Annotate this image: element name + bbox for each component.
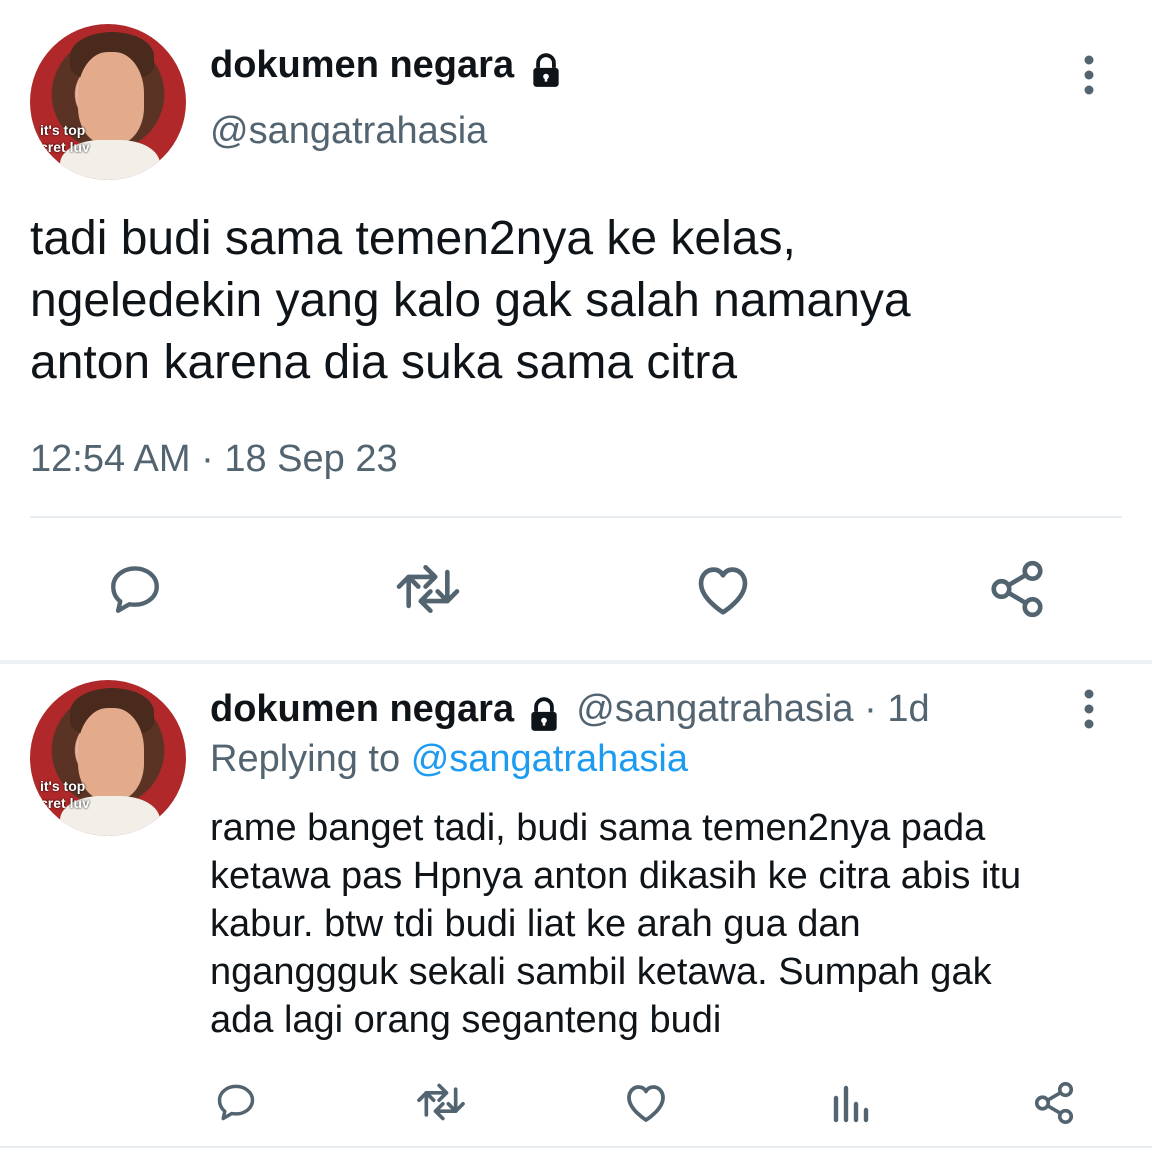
display-name[interactable]: dokumen negara	[210, 44, 514, 86]
divider	[0, 1146, 1152, 1148]
more-icon[interactable]	[1072, 688, 1106, 730]
reply-text: rame banget tadi, budi sama temen2nya pa…	[210, 804, 1130, 1044]
reply-text-line: kabur. btw tdi budi liat ke arah gua dan	[210, 903, 861, 945]
reply-text-line: rame banget tadi, budi sama temen2nya pa…	[210, 807, 986, 849]
retweet-icon[interactable]	[414, 1080, 468, 1124]
reply-icon[interactable]	[214, 1080, 258, 1124]
like-icon[interactable]	[622, 1080, 670, 1124]
reply-handle-time[interactable]: @sangatrahasia · 1d	[576, 688, 929, 730]
tweet-text-line: tadi budi sama temen2nya ke kelas,	[30, 212, 796, 265]
reply-text-line: ada lagi orang seganteng budi	[210, 999, 722, 1041]
more-icon[interactable]	[1072, 54, 1106, 96]
reply-icon[interactable]	[106, 560, 164, 618]
replying-to-label: Replying to	[210, 738, 401, 780]
avatar-caption: it's top	[40, 778, 86, 794]
author-name-row: dokumen negara	[210, 44, 565, 94]
reply-header: dokumen negara @sangatrahasia · 1d	[210, 688, 930, 738]
avatar-caption: it's top	[40, 122, 86, 138]
replying-to: Replying to @sangatrahasia	[210, 738, 688, 781]
share-icon[interactable]	[986, 558, 1048, 620]
author-handle[interactable]: @sangatrahasia	[210, 110, 487, 153]
avatar-caption: cret luv	[40, 795, 90, 811]
reply-text-line: nganggguk sekali sambil ketawa. Sumpah g…	[210, 951, 992, 993]
display-name[interactable]: dokumen negara	[210, 688, 514, 730]
avatar[interactable]: it's top cret luv	[30, 24, 186, 180]
reply-text-line: ketawa pas Hpnya anton dikasih ke citra …	[210, 855, 1022, 897]
replying-to-link[interactable]: @sangatrahasia	[411, 738, 688, 780]
divider	[30, 516, 1122, 518]
retweet-icon[interactable]	[394, 560, 462, 618]
tweet-text-line: ngeledekin yang kalo gak salah namanya	[30, 274, 911, 327]
lock-icon	[527, 52, 565, 94]
avatar-face	[78, 52, 144, 144]
tweet-text-line: anton karena dia suka sama citra	[30, 336, 738, 389]
lock-icon	[525, 696, 563, 738]
avatar-face	[78, 708, 144, 800]
section-divider	[0, 660, 1152, 664]
tweet-text: tadi budi sama temen2nya ke kelas, ngele…	[30, 208, 1130, 394]
like-icon[interactable]	[692, 560, 754, 618]
reply-avatar[interactable]: it's top cret luv	[30, 680, 186, 836]
share-icon[interactable]	[1030, 1080, 1078, 1126]
tweet-timestamp[interactable]: 12:54 AM · 18 Sep 23	[30, 438, 398, 481]
avatar-caption: cret luv	[40, 139, 90, 155]
analytics-icon[interactable]	[830, 1080, 870, 1124]
